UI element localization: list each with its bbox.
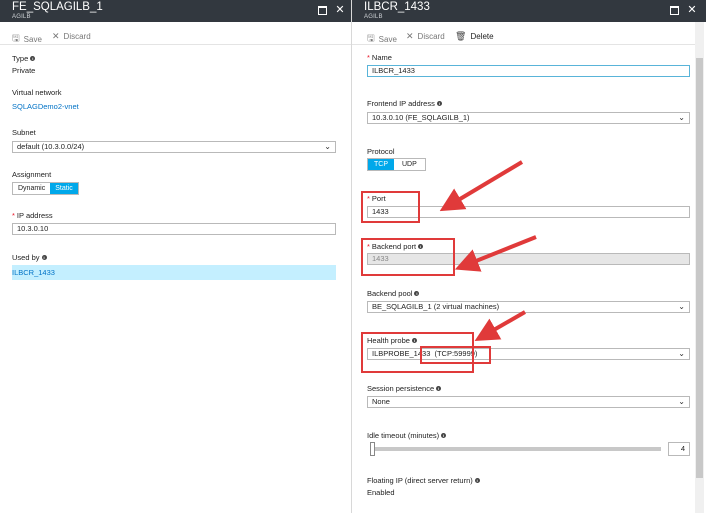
- annotation-arrow-icon: [454, 235, 537, 272]
- annotation-arrow-icon: [474, 310, 526, 341]
- annotation-arrow-icon: [439, 160, 524, 212]
- annotation-arrows: [439, 160, 537, 341]
